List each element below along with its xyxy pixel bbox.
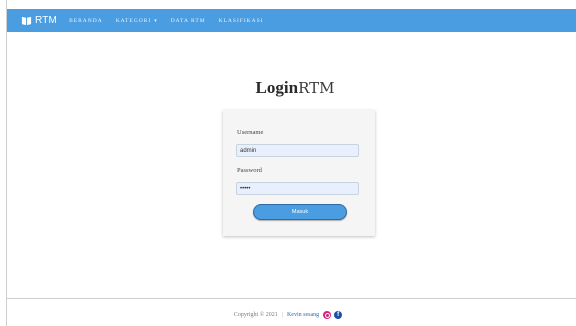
nav-data-rtm[interactable]: DATA RTM bbox=[171, 18, 206, 24]
nav-kategori-dropdown[interactable]: KATEGORI ▾ bbox=[116, 18, 158, 24]
book-icon bbox=[21, 16, 32, 26]
chevron-down-icon: ▾ bbox=[154, 18, 158, 24]
username-label: Username bbox=[237, 129, 264, 136]
username-input[interactable]: admin bbox=[236, 144, 359, 157]
footer: Copyright © 2021 | Kevin sesang f bbox=[0, 311, 576, 319]
page-title-bold: Login bbox=[255, 78, 299, 97]
navbar: RTM BERANDA KATEGORI ▾ DATA RTM KLASIFIKA… bbox=[7, 9, 576, 32]
password-input[interactable]: ••••• bbox=[236, 182, 359, 195]
page-title-rest: RTM bbox=[298, 79, 335, 97]
login-card: Username admin Password ••••• Masuk bbox=[223, 110, 375, 236]
brand-name: RTM bbox=[35, 15, 58, 26]
facebook-icon[interactable]: f bbox=[334, 311, 343, 319]
author-link[interactable]: Kevin sesang bbox=[287, 312, 319, 318]
footer-divider bbox=[7, 298, 576, 299]
brand-link[interactable]: RTM bbox=[21, 15, 57, 26]
instagram-icon[interactable] bbox=[323, 311, 332, 319]
copyright-text: Copyright © 2021 bbox=[233, 312, 278, 318]
nav-klasifikasi[interactable]: KLASIFIKASI bbox=[219, 18, 264, 24]
password-label: Password bbox=[237, 167, 262, 174]
page-border bbox=[6, 0, 7, 326]
nav-beranda[interactable]: BERANDA bbox=[69, 18, 103, 24]
login-button[interactable]: Masuk bbox=[253, 204, 347, 220]
page-title: LoginRTM bbox=[0, 78, 576, 98]
footer-separator: | bbox=[281, 312, 283, 318]
